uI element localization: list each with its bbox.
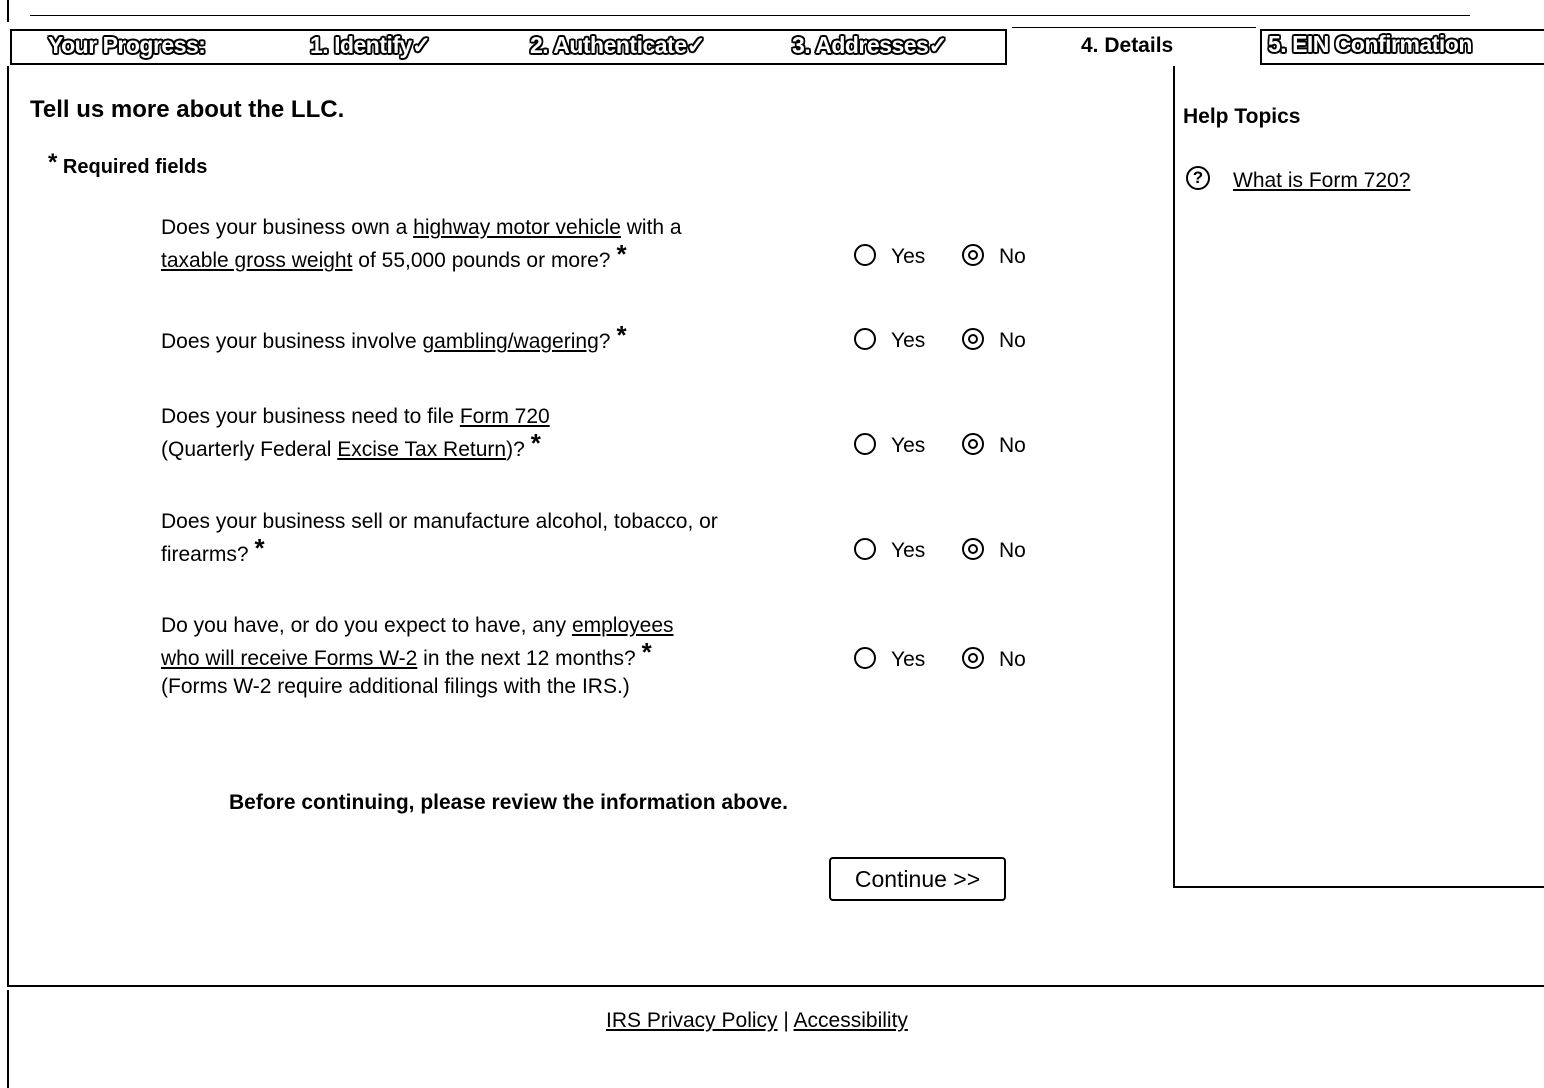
q4-no-radio[interactable] [962, 538, 984, 560]
required-star: * [254, 533, 265, 563]
q2-yes-label: Yes [891, 329, 926, 352]
q2-no-label: No [999, 329, 1026, 352]
required-fields-label: Required fields [62, 156, 208, 178]
top-divider [30, 15, 1470, 16]
gambling-wagering-link[interactable]: gambling/wagering [422, 330, 598, 353]
progress-step-ein-confirmation: 5. EIN Confirmation [1268, 31, 1472, 57]
progress-step-authenticate: 2. Authenticate✓ [530, 32, 706, 58]
irs-privacy-policy-link[interactable]: IRS Privacy Policy [606, 1009, 778, 1032]
current-tab-top [1012, 27, 1256, 28]
q2-no-radio[interactable] [962, 328, 984, 350]
q3-no-radio[interactable] [962, 433, 984, 455]
help-panel-bottom-border [1173, 886, 1544, 888]
progress-step-addresses: 3. Addresses✓ [792, 32, 948, 58]
forms-w2-link[interactable]: who will receive Forms W-2 [161, 647, 417, 670]
q5-yes-radio[interactable] [854, 647, 876, 669]
q5-no-label: No [999, 648, 1026, 671]
q1-yes-radio[interactable] [854, 244, 876, 266]
help-panel-left-border [1173, 66, 1175, 888]
page-title: Tell us more about the LLC. [30, 96, 345, 123]
form-720-link[interactable]: Form 720 [460, 405, 550, 428]
required-star: * [530, 428, 541, 458]
required-star: * [641, 637, 652, 667]
q1-no-label: No [999, 245, 1026, 268]
question-gambling: Does your business involve gambling/wage… [161, 320, 627, 353]
continue-button[interactable]: Continue >> [829, 857, 1006, 901]
q5-no-radio[interactable] [962, 647, 984, 669]
q4-yes-label: Yes [891, 539, 926, 562]
progress-right-bottom-border [1260, 63, 1544, 65]
q2-yes-radio[interactable] [854, 328, 876, 350]
what-is-form-720-link[interactable]: What is Form 720? [1233, 169, 1410, 193]
q5-yes-label: Yes [891, 648, 926, 671]
question-highway-vehicle: Does your business own a highway motor v… [161, 216, 682, 272]
progress-step-identify: 1. Identify✓ [310, 32, 431, 58]
q1-yes-label: Yes [891, 245, 926, 268]
review-note: Before continuing, please review the inf… [229, 791, 788, 814]
footer-divider [7, 985, 1544, 987]
help-question-icon: ? [1186, 166, 1210, 190]
required-star: * [616, 239, 627, 269]
progress-left-border [10, 29, 12, 65]
progress-bottom-border [10, 63, 1006, 65]
question-alcohol-tobacco-firearms: Does your business sell or manufacture a… [161, 510, 718, 566]
progress-label: Your Progress: [48, 32, 206, 58]
employees-link[interactable]: employees [572, 614, 674, 637]
progress-right-tab-border [1260, 29, 1262, 65]
q4-yes-radio[interactable] [854, 538, 876, 560]
footer-links: IRS Privacy Policy | Accessibility [606, 1009, 908, 1033]
q4-no-label: No [999, 539, 1026, 562]
progress-step-details-current: 4. Details [1081, 34, 1174, 57]
q1-no-radio[interactable] [962, 244, 984, 266]
checkmark-icon: ✓ [928, 32, 948, 58]
checkmark-icon: ✓ [411, 32, 431, 58]
highway-motor-vehicle-link[interactable]: highway motor vehicle [413, 216, 621, 239]
progress-mid-border [1005, 29, 1007, 65]
question-employees: Do you have, or do you expect to have, a… [161, 614, 674, 698]
checkmark-icon: ✓ [686, 32, 706, 58]
excise-tax-return-link[interactable]: Excise Tax Return [337, 438, 506, 461]
question-form-720: Does your business need to file Form 720… [161, 405, 550, 461]
progress-top-border [10, 29, 1006, 31]
accessibility-link[interactable]: Accessibility [794, 1009, 908, 1032]
required-star: * [48, 149, 58, 176]
required-fields-note: * Required fields [48, 149, 208, 180]
taxable-gross-weight-link[interactable]: taxable gross weight [161, 249, 352, 272]
q3-yes-radio[interactable] [854, 433, 876, 455]
footer-separator: | [783, 1009, 789, 1032]
q3-no-label: No [999, 434, 1026, 457]
required-star: * [616, 320, 627, 350]
q3-yes-label: Yes [891, 434, 926, 457]
frame-left-top [7, 0, 9, 22]
frame-left-bottom [7, 990, 9, 1088]
help-topics-title: Help Topics [1183, 105, 1301, 128]
frame-left [7, 66, 9, 986]
